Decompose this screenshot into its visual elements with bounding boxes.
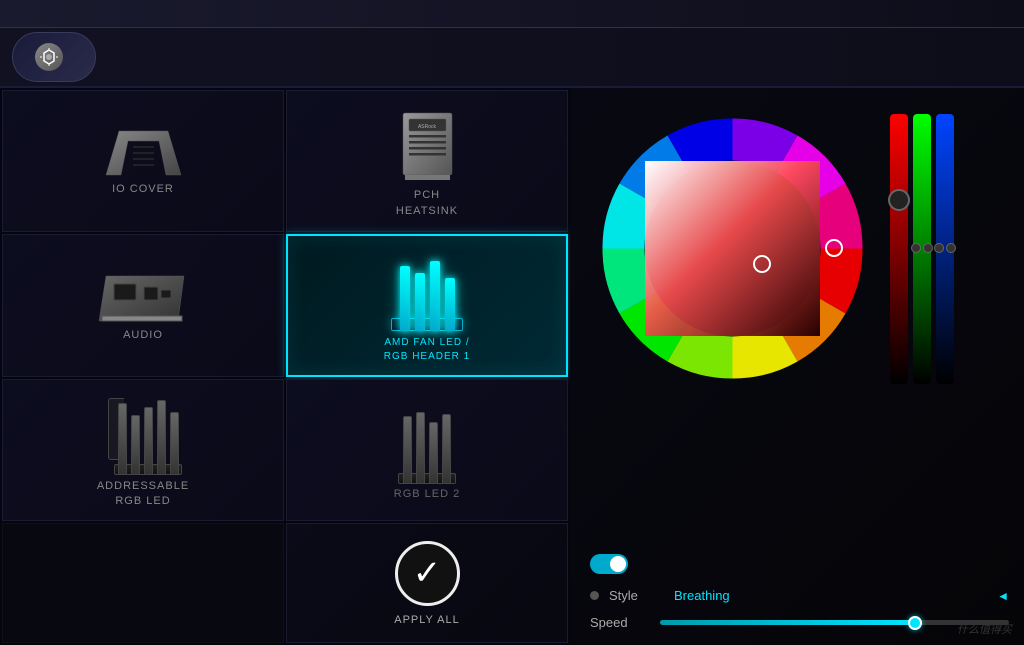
device-amd-fan-led[interactable]: AMD Fan LED /RGB Header 1 <box>286 234 568 376</box>
svg-text:ASRock: ASRock <box>417 124 436 130</box>
apply-all-row: ✓ Apply All <box>2 523 568 643</box>
rgb-led-2-label: RGB LED 2 <box>394 488 460 500</box>
rgb-led-2-icon <box>395 399 460 484</box>
device-audio[interactable]: Audio <box>2 234 284 376</box>
close-button[interactable] <box>1000 7 1016 21</box>
io-cover-icon <box>101 127 186 177</box>
apply-all-button[interactable]: ✓ Apply All <box>286 523 568 643</box>
minimize-button[interactable] <box>976 7 992 21</box>
speed-row: Speed <box>590 615 1009 630</box>
left-section: IO Cover ASRock PCHHeatsink <box>0 88 570 645</box>
style-label: Style <box>609 588 674 603</box>
color-picker-area <box>590 106 1009 391</box>
red-slider-thumb[interactable] <box>888 189 910 211</box>
rgb-sliders <box>890 114 954 384</box>
style-row: Style Breathing ◄ <box>590 588 1009 603</box>
watermark: 什么值得买 <box>957 621 1012 637</box>
green-slider[interactable] <box>913 114 931 384</box>
bottom-controls: Style Breathing ◄ Speed <box>590 554 1009 630</box>
pch-icon: ASRock <box>395 103 460 188</box>
toggle-row <box>590 554 1009 574</box>
addressable-rgb-icon <box>103 390 183 475</box>
blue-slider[interactable] <box>936 114 954 384</box>
audio-label: Audio <box>123 329 163 341</box>
color-wheel-container[interactable] <box>590 106 875 391</box>
audio-icon <box>96 270 191 325</box>
green-slider-thumb[interactable] <box>911 243 933 253</box>
red-slider[interactable] <box>890 114 908 384</box>
speed-label: Speed <box>590 615 660 630</box>
device-rgb-led-2[interactable]: RGB LED 2 <box>286 379 568 521</box>
style-dot <box>590 591 599 600</box>
apply-all-label: Apply All <box>394 614 459 626</box>
io-cover-label: IO Cover <box>112 183 174 195</box>
onboard-led-button[interactable] <box>12 32 96 82</box>
device-io-cover[interactable]: IO Cover <box>2 90 284 232</box>
blue-slider-thumb[interactable] <box>934 243 956 253</box>
title-bar <box>0 0 1024 28</box>
right-panel: Style Breathing ◄ Speed 什么值得买 <box>570 88 1024 645</box>
device-addressable-rgb[interactable]: AddressableRGB LED <box>2 379 284 521</box>
amd-fan-label: AMD Fan LED /RGB Header 1 <box>384 336 470 364</box>
speed-slider-thumb[interactable] <box>908 616 922 630</box>
led-toggle[interactable] <box>590 554 628 574</box>
addressable-rgb-label: AddressableRGB LED <box>97 479 189 510</box>
app-header <box>0 28 1024 88</box>
style-value: Breathing <box>674 588 997 603</box>
style-dropdown-arrow[interactable]: ◄ <box>997 589 1009 603</box>
device-grid: IO Cover ASRock PCHHeatsink <box>2 90 568 521</box>
window-controls <box>976 7 1016 21</box>
onboard-icon <box>35 43 63 71</box>
amd-fan-icon <box>388 246 466 331</box>
device-pch-heatsink[interactable]: ASRock PCHHeatsink <box>286 90 568 232</box>
apply-all-checkmark: ✓ <box>395 541 460 606</box>
pch-label: PCHHeatsink <box>396 188 458 219</box>
color-wheel-svg[interactable] <box>590 106 875 391</box>
main-content: IO Cover ASRock PCHHeatsink <box>0 88 1024 645</box>
